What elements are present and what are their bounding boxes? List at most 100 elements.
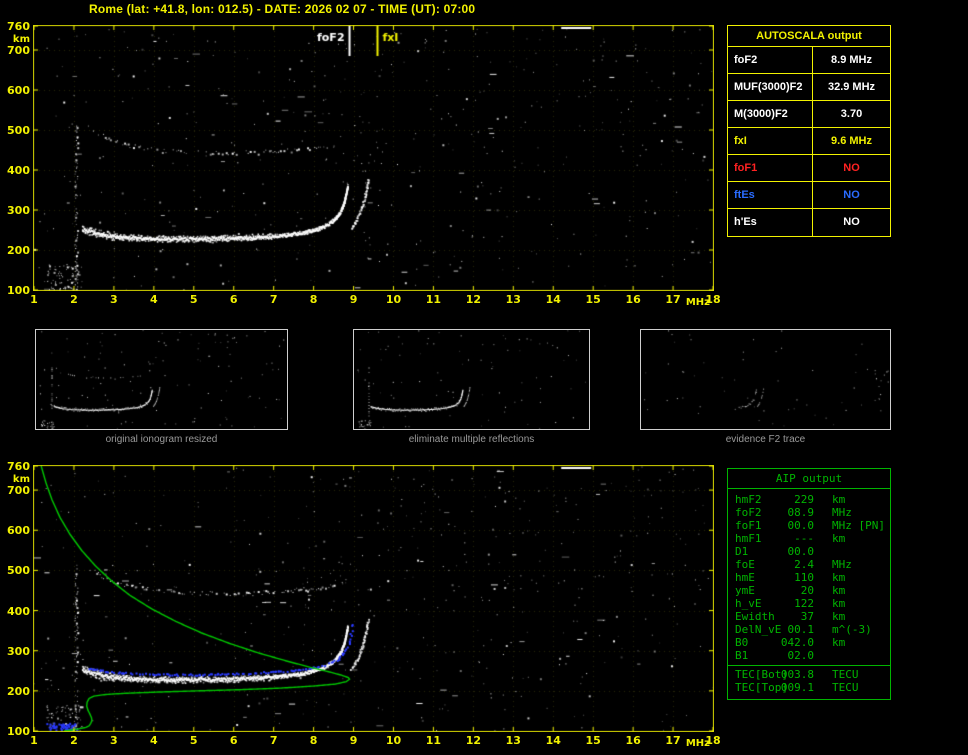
aip-param-unit: km	[832, 493, 845, 506]
axis-tick-label: 700	[2, 485, 30, 496]
autoscala-param-value: 3.70	[813, 101, 890, 127]
scaled-ionogram-plot: 760700600500400300200100km12345678910111…	[33, 25, 714, 291]
autoscala-row: h'EsNO	[728, 209, 890, 236]
axis-tick-label: 5	[183, 294, 205, 305]
aip-param-unit: MHz	[832, 519, 852, 532]
axis-tick-label: 300	[2, 646, 30, 657]
autoscala-row: M(3000)F23.70	[728, 101, 890, 128]
axis-tick-label: 14	[542, 294, 564, 305]
aip-param-unit: TECU	[832, 668, 859, 681]
aip-param-unit: km	[832, 571, 845, 584]
autoscala-param-label: M(3000)F2	[728, 101, 813, 127]
aip-row: DelN_vE00.1m^(-3)	[728, 623, 890, 636]
autoscala-param-value: 8.9 MHz	[813, 47, 890, 73]
aip-param-value: 20	[770, 584, 814, 597]
autoscala-row: MUF(3000)F232.9 MHz	[728, 74, 890, 101]
aip-param-value: 003.8	[770, 668, 814, 681]
axis-tick-label: 17	[662, 294, 684, 305]
autoscala-row: fxI9.6 MHz	[728, 128, 890, 155]
axis-tick-label: 600	[2, 525, 30, 536]
thumbnail-caption-eliminate-multiples: eliminate multiple reflections	[353, 434, 590, 445]
autoscala-param-label: foF1	[728, 155, 813, 181]
aip-param-name: Ewidth	[735, 610, 775, 623]
aip-output-table: AIP output hmF2229kmfoF208.9MHzfoF100.0M…	[727, 468, 891, 700]
axis-tick-label: 700	[2, 45, 30, 56]
axis-tick-label: 7	[263, 735, 285, 746]
station-date-time-header: Rome (lat: +41.8, lon: 012.5) - DATE: 20…	[89, 2, 475, 16]
aip-param-value: 110	[770, 571, 814, 584]
aip-param-name: ymE	[735, 584, 755, 597]
axis-tick-label: 2	[63, 735, 85, 746]
profile-ionogram-plot: 760700600500400300200100km12345678910111…	[33, 465, 714, 732]
aip-row: B0042.0km	[728, 636, 890, 649]
autoscala-param-value: NO	[813, 182, 890, 208]
axis-tick-label: 300	[2, 205, 30, 216]
autoscala-param-label: MUF(3000)F2	[728, 74, 813, 100]
aip-row: foF208.9MHz	[728, 506, 890, 519]
autoscala-param-label: foF2	[728, 47, 813, 73]
aip-param-unit: km	[832, 636, 845, 649]
aip-param-unit: MHz	[832, 506, 852, 519]
autoscala-param-value: NO	[813, 209, 890, 236]
autoscala-output-table: AUTOSCALA output foF28.9 MHzMUF(3000)F23…	[727, 25, 891, 237]
axis-tick-label: 12	[462, 735, 484, 746]
axis-tick-label: 16	[622, 294, 644, 305]
axis-tick-label: 8	[303, 294, 325, 305]
autoscala-param-label: h'Es	[728, 209, 813, 236]
axis-tick-label: 1	[23, 294, 45, 305]
aip-param-name: hmF1	[735, 532, 762, 545]
aip-param-value: 009.1	[770, 681, 814, 694]
thumbnail-caption-evidence-f2: evidence F2 trace	[640, 434, 891, 445]
axis-tick-label: 500	[2, 125, 30, 136]
aip-param-unit: km	[832, 584, 845, 597]
axis-tick-label: 15	[582, 735, 604, 746]
aip-row: h_vE122km	[728, 597, 890, 610]
aip-param-unit: TECU	[832, 681, 859, 694]
autoscala-table-title: AUTOSCALA output	[728, 26, 890, 47]
aip-param-value: 2.4	[770, 558, 814, 571]
aip-param-name: foE	[735, 558, 755, 571]
axis-tick-label: 3	[103, 294, 125, 305]
axis-tick-label: 13	[502, 294, 524, 305]
axis-tick-label: 3	[103, 735, 125, 746]
autoscala-param-label: fxI	[728, 128, 813, 154]
aip-param-value: 229	[770, 493, 814, 506]
x-axis-unit-label: MHz	[686, 297, 718, 308]
aip-param-unit: m^(-3)	[832, 623, 872, 636]
axis-tick-label: 1	[23, 735, 45, 746]
thumbnail-original-ionogram-canvas	[36, 330, 287, 429]
scaled-ionogram-canvas	[33, 25, 714, 291]
axis-tick-label: 6	[223, 735, 245, 746]
axis-tick-label: 400	[2, 606, 30, 617]
thumbnail-original-ionogram	[35, 329, 288, 430]
aip-param-name: foF2	[735, 506, 762, 519]
aip-param-name: foF1	[735, 519, 762, 532]
y-axis-unit-label: km	[2, 34, 30, 45]
y-axis-unit-label: km	[2, 474, 30, 485]
axis-tick-label: 4	[143, 294, 165, 305]
x-axis-unit-label: MHz	[686, 738, 718, 749]
axis-tick-label: 11	[422, 735, 444, 746]
aip-param-name: B1	[735, 649, 748, 662]
autoscala-row: foF28.9 MHz	[728, 47, 890, 74]
aip-row: Ewidth37km	[728, 610, 890, 623]
aip-param-name: h_vE	[735, 597, 762, 610]
autoscala-row: foF1NO	[728, 155, 890, 182]
axis-tick-label: 200	[2, 686, 30, 697]
aip-table-title: AIP output	[728, 469, 890, 489]
axis-tick-label: 10	[382, 735, 404, 746]
aip-param-name: B0	[735, 636, 748, 649]
thumbnail-eliminate-multiples	[353, 329, 590, 430]
axis-tick-label: 5	[183, 735, 205, 746]
axis-tick-label: 6	[223, 294, 245, 305]
aip-param-name: hmE	[735, 571, 755, 584]
axis-tick-label: 500	[2, 565, 30, 576]
axis-tick-label: 12	[462, 294, 484, 305]
aip-param-value: ---	[770, 532, 814, 545]
aip-row: TEC[Top]009.1TECU	[728, 681, 890, 694]
axis-tick-label: 760	[2, 461, 30, 472]
aip-row: B102.0	[728, 649, 890, 662]
aip-param-value: 00.1	[770, 623, 814, 636]
autoscala-row: ftEsNO	[728, 182, 890, 209]
aip-row: hmE 110 km	[728, 571, 890, 584]
